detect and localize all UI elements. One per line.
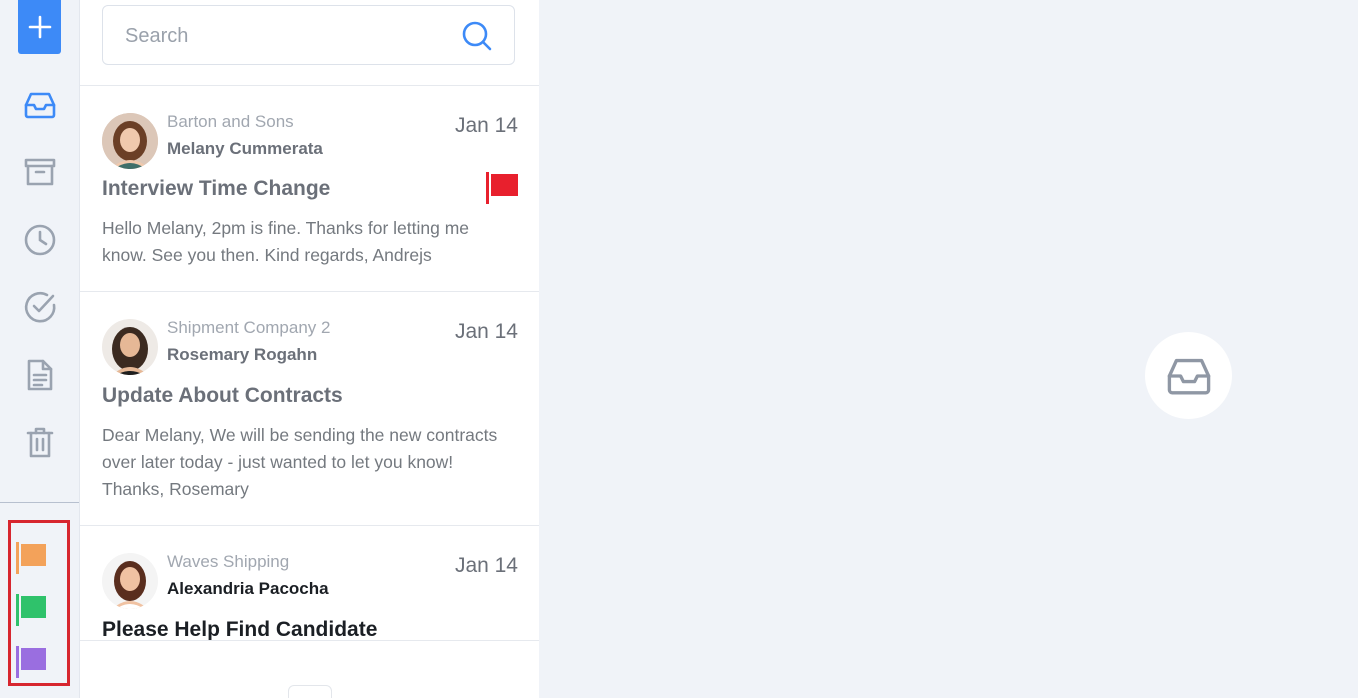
message-list: Barton and Sons Melany Cummerata Jan 14 … xyxy=(80,0,539,698)
flag-orange-button[interactable] xyxy=(14,538,50,578)
nav-inbox-button[interactable] xyxy=(21,86,59,124)
flag-icon xyxy=(16,542,46,574)
avatar xyxy=(102,319,158,375)
message-item[interactable]: Waves Shipping Alexandria Pacocha Jan 14… xyxy=(80,526,539,641)
left-rail xyxy=(0,0,80,698)
nav-archive-button[interactable] xyxy=(21,153,59,191)
message-item[interactable]: Barton and Sons Melany Cummerata Jan 14 … xyxy=(80,86,539,291)
search-input[interactable] xyxy=(123,6,457,66)
sender-name: Melany Cummerata xyxy=(167,139,323,158)
flag-icon xyxy=(16,594,46,626)
archive-icon xyxy=(24,158,56,186)
document-icon xyxy=(27,359,53,391)
nav-trash-button[interactable] xyxy=(21,423,59,461)
check-circle-icon xyxy=(24,291,56,323)
plus-icon xyxy=(28,15,51,39)
empty-state xyxy=(1145,332,1232,419)
inbox-icon xyxy=(1167,358,1210,394)
avatar xyxy=(102,113,158,169)
company-name: Shipment Company 2 xyxy=(167,318,331,337)
avatar xyxy=(102,553,158,609)
sender-name: Alexandria Pacocha xyxy=(167,579,329,598)
nav-snoozed-button[interactable] xyxy=(21,221,59,259)
sender-name: Rosemary Rogahn xyxy=(167,345,318,364)
nav-done-button[interactable] xyxy=(21,288,59,326)
compose-button[interactable] xyxy=(18,0,61,54)
message-preview: Dear Melany, We will be sending the new … xyxy=(102,425,498,499)
message-subject: Interview Time Change xyxy=(102,177,331,200)
nav-drafts-button[interactable] xyxy=(21,356,59,394)
message-date: Jan 14 xyxy=(454,114,518,137)
message-subject: Please Help Find Candidate xyxy=(102,618,378,641)
clock-icon xyxy=(24,224,56,256)
trash-icon xyxy=(26,427,54,458)
message-preview: Hello Melany, 2pm is fine. Thanks for le… xyxy=(102,218,470,265)
message-date: Jan 14 xyxy=(454,554,518,577)
company-name: Barton and Sons xyxy=(167,112,294,131)
company-name: Waves Shipping xyxy=(167,552,290,571)
search-icon[interactable] xyxy=(462,21,492,51)
rail-divider xyxy=(0,502,79,503)
flag-icon xyxy=(16,646,46,678)
footer-handle[interactable] xyxy=(288,685,332,698)
message-item[interactable]: Shipment Company 2 Rosemary Rogahn Jan 1… xyxy=(80,292,539,525)
message-subject: Update About Contracts xyxy=(102,384,343,407)
message-date: Jan 14 xyxy=(454,320,518,343)
inbox-icon xyxy=(24,92,56,119)
search-box xyxy=(102,5,515,66)
flag-purple-button[interactable] xyxy=(14,642,50,682)
red-flag-icon[interactable] xyxy=(485,170,519,206)
reading-pane xyxy=(539,0,1358,698)
flag-green-button[interactable] xyxy=(14,590,50,630)
list-footer xyxy=(80,640,539,698)
